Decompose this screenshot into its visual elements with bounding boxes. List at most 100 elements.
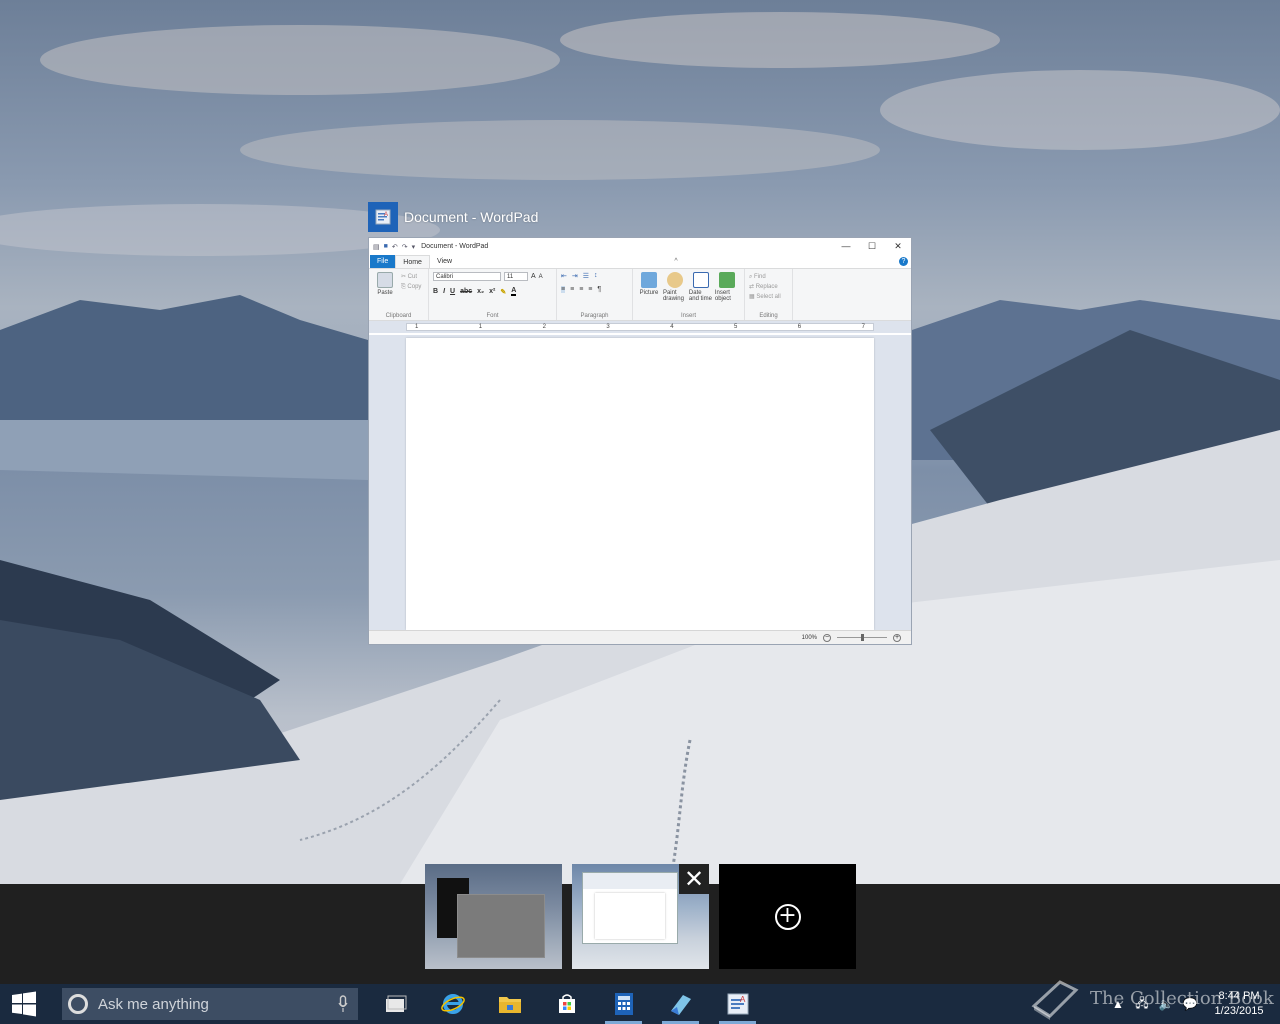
editing-group: ⌕ Find ⇄ Replace ▦ Select all Editing — [745, 269, 793, 320]
highlight-icon[interactable]: ✎ — [500, 288, 506, 296]
increase-indent-icon[interactable]: ⇥ — [572, 272, 578, 280]
close-desktop-button[interactable]: ✕ — [679, 864, 709, 894]
replace-button[interactable]: ⇄ Replace — [749, 282, 788, 292]
paste-button[interactable]: Paste — [373, 272, 397, 296]
window-controls: — ☐ ✕ — [833, 241, 911, 252]
taskbar-paint[interactable] — [652, 984, 709, 1024]
select-all-label: Select all — [756, 294, 781, 300]
svg-text:A: A — [740, 995, 746, 1004]
document-page[interactable] — [406, 338, 874, 630]
folder-icon — [498, 997, 521, 1013]
align-left-icon[interactable]: ≡ — [561, 286, 566, 293]
paste-icon — [377, 272, 393, 288]
find-button[interactable]: ⌕ Find — [749, 272, 788, 282]
customize-qa-icon[interactable]: ▾ — [412, 243, 416, 251]
grow-font-icon[interactable]: A — [531, 273, 536, 280]
align-center-icon[interactable]: ≡ — [570, 286, 574, 293]
undo-icon[interactable]: ↶ — [392, 243, 398, 251]
taskbar-wordpad[interactable]: A — [709, 984, 766, 1024]
taskbar-file-explorer[interactable] — [481, 984, 538, 1024]
new-desktop-button[interactable]: + — [719, 864, 856, 969]
date-time-button[interactable]: Date and time — [689, 272, 713, 302]
italic-icon[interactable]: I — [443, 288, 445, 295]
thumbnail-window — [582, 872, 678, 944]
start-button[interactable] — [0, 984, 48, 1024]
document-area — [369, 335, 911, 630]
select-all-button[interactable]: ▦ Select all — [749, 292, 788, 302]
paint-icon — [670, 995, 691, 1015]
datetime-label: Date and time — [688, 290, 712, 302]
taskbar-store[interactable] — [538, 984, 595, 1024]
tab-view[interactable]: View — [430, 255, 459, 268]
font-format-row: B I U abc x₂ x² ✎ A — [433, 287, 552, 296]
search-placeholder: Ask me anything — [98, 995, 209, 1013]
zoom-level: 100% — [801, 634, 817, 641]
superscript-icon[interactable]: x² — [489, 288, 495, 295]
subscript-icon[interactable]: x₂ — [477, 288, 484, 295]
wordpad-titlebar: ▤ ■ ↶ ↷ ▾ Document - WordPad — ☐ ✕ — [369, 238, 911, 255]
wordpad-window-preview[interactable]: ▤ ■ ↶ ↷ ▾ Document - WordPad — ☐ ✕ File … — [368, 237, 912, 645]
picture-icon — [641, 272, 657, 288]
bold-icon[interactable]: B — [433, 288, 438, 295]
taskbar-internet-explorer[interactable] — [424, 984, 481, 1024]
shrink-font-icon[interactable]: A — [539, 274, 543, 280]
app-menu-icon[interactable]: ▤ — [373, 243, 380, 251]
save-icon[interactable]: ■ — [384, 243, 388, 250]
desktop-thumbnail-1[interactable] — [425, 864, 562, 969]
window-preview-title: Document - WordPad — [404, 209, 539, 225]
tab-home[interactable]: Home — [395, 255, 430, 268]
ruler[interactable]: 1 1 2 3 4 5 6 7 — [369, 321, 911, 333]
insert-object-button[interactable]: Insert object — [715, 272, 739, 302]
replace-label: Replace — [755, 284, 778, 290]
picture-label: Picture — [639, 290, 659, 296]
svg-text:A: A — [384, 212, 388, 218]
help-icon[interactable]: ? — [899, 257, 908, 266]
redo-icon[interactable]: ↷ — [402, 243, 408, 251]
watermark-text: The Collection Book — [1090, 987, 1274, 1009]
microphone-icon[interactable] — [328, 995, 358, 1013]
line-spacing-icon[interactable]: ↕ — [594, 272, 598, 280]
ruler-mark: 5 — [733, 324, 738, 330]
zoom-out-icon[interactable]: − — [823, 633, 831, 642]
font-group: Calibri 11 A A B I U abc x₂ x² ✎ A Font — [429, 269, 557, 320]
ruler-mark: 6 — [797, 324, 802, 330]
font-group-label: Font — [486, 313, 499, 319]
clipboard-group: Paste ✂ Cut ⎘ Copy Clipboard — [369, 269, 429, 320]
align-right-icon[interactable]: ≡ — [579, 286, 583, 293]
watermark: The Collection Book — [1030, 976, 1274, 1020]
copy-button[interactable]: ⎘ Copy — [401, 282, 421, 292]
picture-button[interactable]: Picture — [637, 272, 661, 296]
paragraph-group: ⇤ ⇥ ☰ ↕ ≡ ≡ ≡ ≡ ¶ Paragraph — [557, 269, 633, 320]
store-bag-icon — [558, 994, 575, 1013]
zoom-in-icon[interactable]: + — [893, 633, 901, 642]
zoom-slider-thumb[interactable] — [861, 634, 864, 641]
insert-group-label: Insert — [680, 313, 696, 319]
font-family-select[interactable]: Calibri — [433, 272, 501, 281]
status-bar: 100% − + — [369, 630, 911, 644]
zoom-slider[interactable] — [837, 634, 887, 641]
search-box[interactable]: Ask me anything — [62, 988, 358, 1020]
justify-icon[interactable]: ≡ — [588, 286, 592, 293]
wordpad-title: Document - WordPad — [421, 243, 489, 250]
calculator-icon — [614, 993, 633, 1015]
minimize-icon[interactable]: — — [833, 241, 859, 252]
window-preview-caption[interactable]: A Document - WordPad — [368, 202, 538, 232]
close-icon[interactable]: ✕ — [885, 241, 911, 252]
collapse-ribbon-icon[interactable]: ^ — [674, 258, 677, 265]
font-size-select[interactable]: 11 — [504, 272, 528, 281]
underline-icon[interactable]: U — [450, 288, 455, 295]
decrease-indent-icon[interactable]: ⇤ — [561, 272, 567, 280]
paragraph-icon[interactable]: ¶ — [597, 286, 601, 293]
paint-drawing-button[interactable]: Paint drawing — [663, 272, 687, 302]
add-icon: + — [774, 903, 801, 930]
tab-file[interactable]: File — [370, 255, 396, 268]
wordpad-icon: A — [727, 993, 748, 1015]
internet-explorer-icon — [440, 994, 465, 1014]
maximize-icon[interactable]: ☐ — [859, 241, 885, 252]
strikethrough-icon[interactable]: abc — [460, 288, 472, 295]
task-view-button[interactable] — [367, 984, 424, 1024]
cut-button[interactable]: ✂ Cut — [401, 272, 421, 282]
bullets-icon[interactable]: ☰ — [583, 272, 589, 280]
font-color-icon[interactable]: A — [511, 287, 517, 296]
taskbar-calculator[interactable] — [595, 984, 652, 1024]
